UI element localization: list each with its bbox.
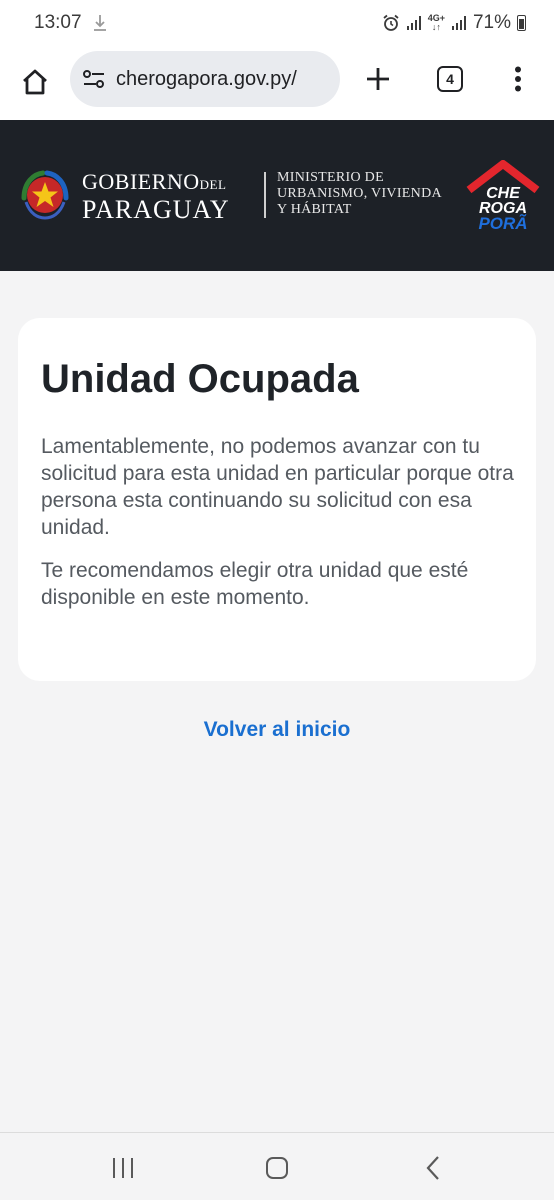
status-right-icons: 4G+ ↓↑ 71%: [382, 12, 526, 34]
battery-icon: [517, 15, 526, 31]
url-bar[interactable]: cherogapora.gov.py/: [70, 51, 340, 107]
gov-line1-small: DEL: [199, 177, 227, 192]
back-to-home-link[interactable]: Volver al inicio: [0, 718, 554, 742]
system-nav-bar: [0, 1132, 554, 1200]
status-time: 13:07: [34, 12, 82, 33]
ministry-line3: Y HÁBITAT: [277, 202, 352, 217]
browser-toolbar: cherogapora.gov.py/ 4: [0, 48, 554, 120]
home-nav-button[interactable]: [257, 1153, 297, 1183]
site-settings-icon[interactable]: [80, 65, 108, 93]
more-menu-button[interactable]: [504, 61, 532, 97]
back-nav-icon: [426, 1156, 439, 1180]
home-icon: [23, 69, 47, 95]
download-icon: [93, 13, 107, 39]
alarm-icon: [382, 14, 400, 32]
message-paragraph-1: Lamentablemente, no podemos avanzar con …: [41, 435, 514, 539]
cherogapora-logo: CHE ROGA PORÃ: [466, 160, 540, 232]
signal-icon-2: [451, 15, 467, 31]
message-paragraph-2: Te recomendamos elegir otra unidad que e…: [41, 559, 469, 609]
site-header: GOBIERNODEL PARAGUAY MINISTERIO DE URBAN…: [0, 120, 554, 271]
network-type: 4G+ ↓↑: [427, 13, 445, 32]
new-tab-button[interactable]: [360, 61, 396, 97]
recent-apps-button[interactable]: [103, 1153, 143, 1183]
battery-percent: 71%: [472, 12, 511, 33]
paraguay-coat-of-arms-logo: [21, 170, 69, 220]
header-divider: [264, 172, 266, 218]
home-button[interactable]: [16, 63, 54, 101]
home-nav-icon: [266, 1157, 288, 1179]
signal-icon: [406, 15, 422, 31]
plus-icon: [367, 68, 389, 90]
ministry-line2: URBANISMO, VIVIENDA: [277, 186, 442, 201]
status-bar: 13:07 4G+ ↓↑ 71%: [0, 0, 554, 48]
ministry-line1: MINISTERIO DE: [277, 170, 384, 185]
back-nav-button[interactable]: [413, 1153, 453, 1183]
gov-line1: GOBIERNO: [82, 169, 200, 194]
tab-switcher-button[interactable]: 4: [437, 66, 463, 92]
ministry-title: MINISTERIO DE URBANISMO, VIVIENDA Y HÁBI…: [277, 170, 442, 218]
message-card: Unidad Ocupada Lamentablemente, no podem…: [18, 318, 536, 681]
url-text: cherogapora.gov.py/: [116, 67, 297, 90]
more-vert-icon: [515, 66, 521, 92]
recent-apps-icon: [113, 1158, 133, 1178]
gov-title: GOBIERNODEL PARAGUAY: [82, 170, 230, 223]
logo-pora: PORÃ: [478, 213, 527, 232]
gov-line2: PARAGUAY: [82, 195, 230, 224]
page-title: Unidad Ocupada: [41, 357, 359, 401]
